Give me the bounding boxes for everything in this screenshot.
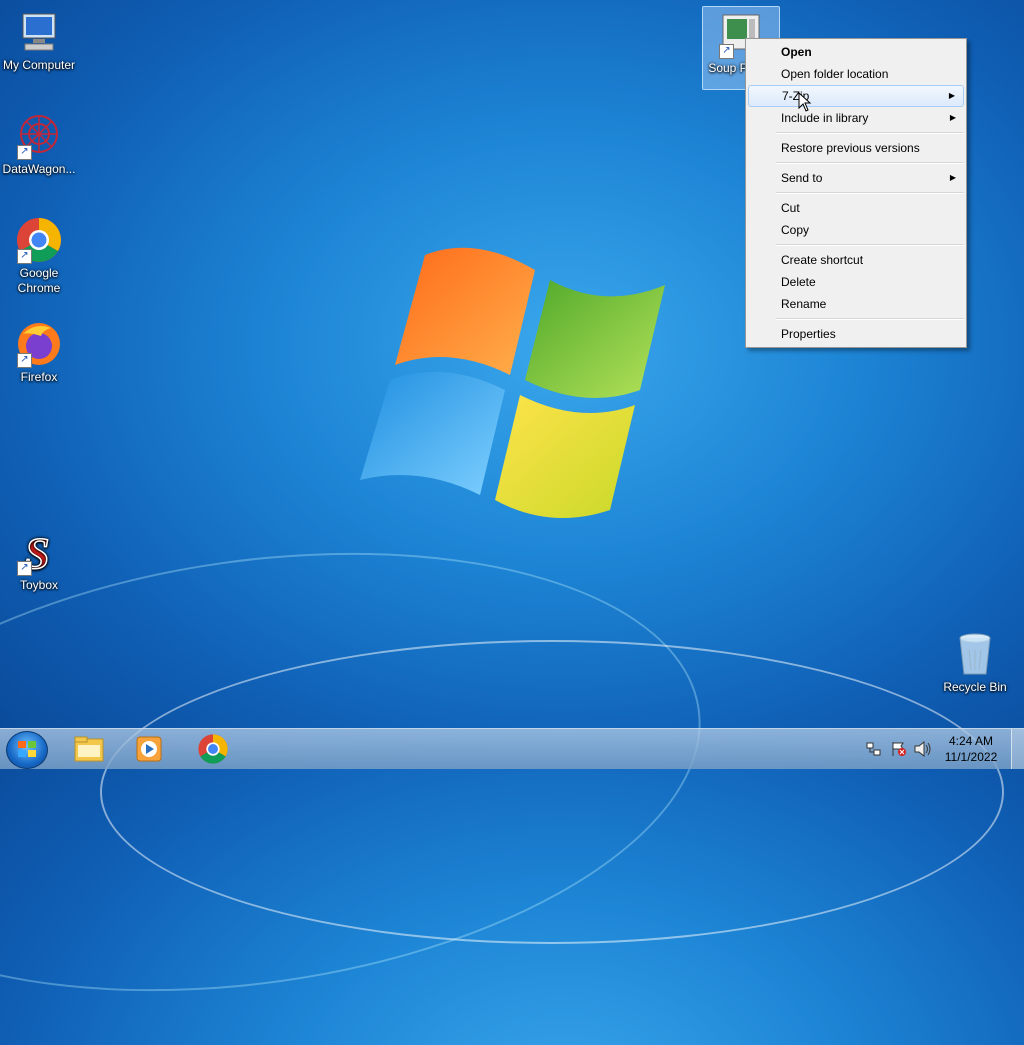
windows-logo bbox=[360, 247, 665, 518]
recycle-bin-icon bbox=[951, 630, 999, 678]
menu-item-label: Create shortcut bbox=[781, 253, 864, 267]
icon-label: Toybox bbox=[19, 578, 59, 592]
menu-separator bbox=[776, 192, 964, 194]
menu-item-open[interactable]: Open bbox=[748, 41, 964, 63]
shortcut-arrow-icon: ↗ bbox=[17, 353, 32, 368]
firefox-icon: ↗ bbox=[15, 320, 63, 368]
submenu-arrow-icon: ▶ bbox=[949, 113, 956, 122]
desktop-icon-firefox[interactable]: ↗ Firefox bbox=[0, 320, 78, 385]
menu-item-7zip[interactable]: 7-Zip ▶ bbox=[748, 85, 964, 107]
menu-item-label: Cut bbox=[781, 201, 800, 215]
desktop-icon-google-chrome[interactable]: ↗ Google Chrome bbox=[0, 216, 78, 296]
menu-separator bbox=[776, 244, 964, 246]
taskbar-clock[interactable]: 4:24 AM 11/1/2022 bbox=[940, 733, 1002, 765]
menu-item-delete[interactable]: Delete bbox=[748, 271, 964, 293]
desktop-icon-recycle-bin[interactable]: Recycle Bin bbox=[936, 630, 1014, 695]
menu-item-copy[interactable]: Copy bbox=[748, 219, 964, 241]
chrome-icon: ↗ bbox=[15, 216, 63, 264]
datawagon-icon: ↗ bbox=[15, 112, 63, 160]
menu-item-create-shortcut[interactable]: Create shortcut bbox=[748, 249, 964, 271]
shortcut-arrow-icon: ↗ bbox=[719, 44, 734, 59]
taskbar-explorer-button[interactable] bbox=[62, 731, 116, 767]
submenu-arrow-icon: ▶ bbox=[949, 173, 956, 182]
menu-item-label: Restore previous versions bbox=[781, 141, 920, 155]
menu-item-cut[interactable]: Cut bbox=[748, 197, 964, 219]
show-desktop-button[interactable] bbox=[1011, 729, 1024, 769]
action-center-flag-icon[interactable] bbox=[891, 741, 907, 757]
menu-item-label: Delete bbox=[781, 275, 816, 289]
menu-item-label: Copy bbox=[781, 223, 810, 237]
volume-icon[interactable] bbox=[914, 741, 932, 757]
submenu-arrow-icon: ▶ bbox=[948, 91, 955, 100]
menu-item-label: Include in library bbox=[781, 111, 869, 125]
menu-item-label: Send to bbox=[781, 171, 823, 185]
menu-item-properties[interactable]: Properties bbox=[748, 323, 964, 345]
computer-icon bbox=[15, 8, 63, 56]
menu-separator bbox=[776, 318, 964, 320]
desktop-icon-datawagon[interactable]: ↗ DataWagon... bbox=[0, 112, 78, 177]
windows-flag-icon bbox=[18, 741, 36, 757]
clock-date: 11/1/2022 bbox=[944, 750, 998, 764]
taskbar: 4:24 AM 11/1/2022 bbox=[0, 728, 1024, 769]
context-menu: Open Open folder location 7-Zip ▶ Include… bbox=[745, 38, 967, 348]
folder-icon bbox=[74, 736, 104, 762]
menu-item-rename[interactable]: Rename bbox=[748, 293, 964, 315]
menu-separator bbox=[776, 132, 964, 134]
menu-item-label: Rename bbox=[781, 297, 827, 311]
icon-label: Google Chrome bbox=[17, 266, 61, 295]
menu-item-open-folder-location[interactable]: Open folder location bbox=[748, 63, 964, 85]
desktop-icon-toybox[interactable]: S ↗ Toybox bbox=[0, 528, 78, 593]
menu-item-include-in-library[interactable]: Include in library ▶ bbox=[748, 107, 964, 129]
menu-separator bbox=[776, 162, 964, 164]
toybox-icon: S ↗ bbox=[15, 528, 63, 579]
desktop-icon-my-computer[interactable]: My Computer bbox=[0, 8, 78, 73]
start-button[interactable] bbox=[6, 731, 48, 769]
menu-item-label: Properties bbox=[781, 327, 836, 341]
menu-item-send-to[interactable]: Send to ▶ bbox=[748, 167, 964, 189]
network-icon[interactable] bbox=[866, 741, 882, 757]
menu-item-label: Open folder location bbox=[781, 67, 889, 81]
mouse-cursor-icon bbox=[798, 92, 812, 112]
shortcut-arrow-icon: ↗ bbox=[17, 249, 32, 264]
icon-label: Recycle Bin bbox=[943, 680, 1007, 694]
media-player-icon bbox=[136, 736, 162, 762]
taskbar-chrome-button[interactable] bbox=[186, 731, 240, 767]
icon-label: Firefox bbox=[20, 370, 58, 384]
wallpaper-streak bbox=[100, 640, 1004, 944]
menu-item-restore-previous-versions[interactable]: Restore previous versions bbox=[748, 137, 964, 159]
icon-label: DataWagon... bbox=[2, 162, 76, 176]
icon-label: My Computer bbox=[2, 58, 76, 72]
taskbar-media-player-button[interactable] bbox=[122, 731, 176, 767]
chrome-icon bbox=[198, 734, 228, 764]
shortcut-arrow-icon: ↗ bbox=[17, 561, 32, 576]
menu-item-label: Open bbox=[781, 45, 812, 59]
clock-time: 4:24 AM bbox=[948, 734, 994, 748]
shortcut-arrow-icon: ↗ bbox=[17, 145, 32, 160]
